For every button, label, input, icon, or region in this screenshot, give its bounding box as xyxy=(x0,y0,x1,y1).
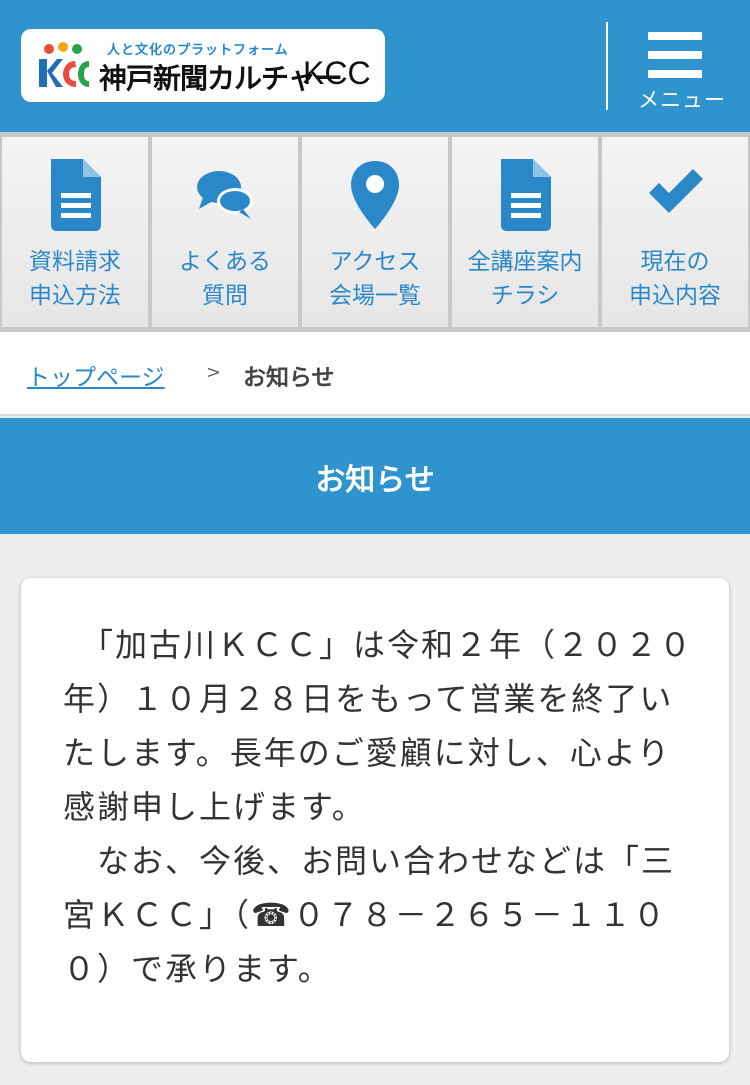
breadcrumb-home-link[interactable]: トップページ xyxy=(27,358,165,392)
nav-item-access[interactable]: アクセス 会場一覧 xyxy=(302,137,448,327)
menu-button[interactable]: メニュー xyxy=(620,20,744,116)
hamburger-icon xyxy=(648,32,702,78)
header-divider xyxy=(606,22,608,110)
page-title-band: お知らせ xyxy=(0,418,750,534)
breadcrumb-separator: > xyxy=(206,362,222,383)
nav-label: よくある 質問 xyxy=(179,249,271,309)
logo-tagline: 人と文化のプラットフォーム xyxy=(107,43,289,58)
notice-paragraph: 「加古川ＫＣＣ」は令和２年（２０２０年）１０月２８日をもって営業を終了いたします… xyxy=(63,626,694,826)
site-header: 人と文化のプラットフォーム 神戸新聞カルチャー KCC メニュー xyxy=(0,0,750,132)
breadcrumb: トップページ > お知らせ xyxy=(0,332,750,416)
document-icon xyxy=(51,159,101,231)
notice-paragraph: なお、今後、お問い合わせなどは「三宮ＫＣＣ」（☎０７８－２６５－１１００）で承り… xyxy=(63,842,676,988)
breadcrumb-current: お知らせ xyxy=(243,365,335,391)
logo-kcc: KCC xyxy=(303,55,371,91)
nav-label: 全講座案内 チラシ xyxy=(467,249,583,309)
menu-label: メニュー xyxy=(638,88,726,112)
nav-label: 資料請求 申込方法 xyxy=(29,249,121,309)
kcc-logo-mark-icon xyxy=(39,42,89,87)
nav-item-faq[interactable]: よくある 質問 xyxy=(152,137,298,327)
nav-item-documents[interactable]: 資料請求 申込方法 xyxy=(2,137,148,327)
nav-item-current-applications[interactable]: 現在の 申込内容 xyxy=(602,137,748,327)
map-pin-icon xyxy=(351,161,399,229)
chat-bubbles-icon xyxy=(197,171,253,219)
nav-label: 現在の 申込内容 xyxy=(629,249,721,309)
page-title: お知らせ xyxy=(315,463,435,498)
notice-card: 「加古川ＫＣＣ」は令和２年（２０２０年）１０月２８日をもって営業を終了いたします… xyxy=(21,578,729,1062)
quick-nav: 資料請求 申込方法 よくある 質問 アクセス 会場一覧 全講座案内 チラシ 現在… xyxy=(0,132,750,332)
site-logo[interactable]: 人と文化のプラットフォーム 神戸新聞カルチャー KCC xyxy=(21,29,385,102)
checkmark-icon xyxy=(649,169,703,213)
document-icon xyxy=(501,159,551,231)
nav-label: アクセス 会場一覧 xyxy=(329,249,421,309)
nav-item-flyer[interactable]: 全講座案内 チラシ xyxy=(452,137,598,327)
